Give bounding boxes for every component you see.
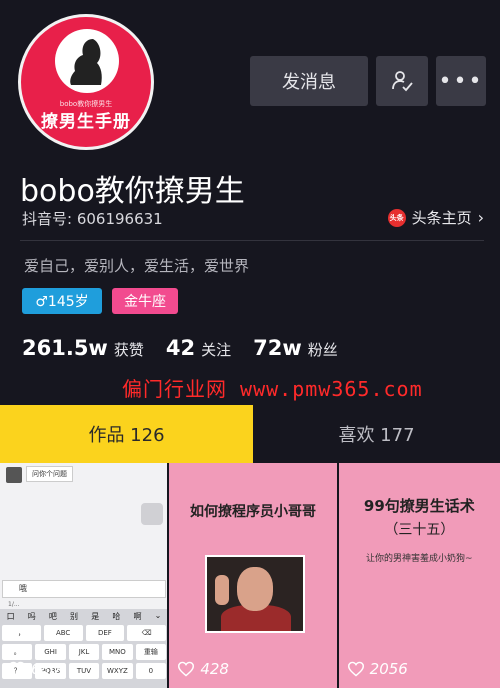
photo-face xyxy=(237,567,274,611)
profile-header: bobo教你撩男生 撩男生手册 发消息 ••• bobo教你撩男生 抖音号: 6… xyxy=(0,0,500,405)
divider xyxy=(20,240,484,241)
likes-count-label: 680 xyxy=(31,660,60,678)
silhouette-icon xyxy=(67,39,102,85)
following-count: 42 xyxy=(165,336,196,360)
follow-user-button[interactable] xyxy=(376,56,428,106)
chat-avatar xyxy=(6,467,22,483)
key: 。 xyxy=(2,644,33,660)
key: MNO xyxy=(102,644,133,660)
candidate: 口 xyxy=(6,612,15,621)
candidate: ⌄ xyxy=(154,611,162,620)
key: 0 xyxy=(135,663,167,679)
toutiao-homepage-link[interactable]: 头条 头条主页 › xyxy=(387,207,484,228)
avatar[interactable]: bobo教你撩男生 撩男生手册 xyxy=(18,14,154,150)
candidate: 别 xyxy=(70,612,79,621)
avatar-brand-text: 撩男生手册 xyxy=(41,112,131,132)
bio: 爱自己，爱别人，爱生活，爱世界 xyxy=(24,257,250,275)
video-thumbnail[interactable]: 问你个问题 哦 1/... 口 吗 吧 别 是 哈 啊 ⌄ ， ABC DEF … xyxy=(0,463,168,688)
input-hint: 1/... xyxy=(8,601,20,608)
toutiao-logo-icon: 头条 xyxy=(387,208,406,227)
video-note: 让你的男神害羞成小奶狗~ xyxy=(366,554,473,564)
likes-count-label: 2056 xyxy=(369,660,408,678)
key: WXYZ xyxy=(102,663,133,679)
key: 重输 xyxy=(135,644,167,660)
content-tabs: 作品 126 喜欢 177 xyxy=(0,405,500,463)
stats-bar: 261.5w 获赞 42 关注 72w 粉丝 xyxy=(22,336,360,360)
zodiac-tag: 金牛座 xyxy=(112,288,178,314)
key: ABC xyxy=(43,625,83,641)
video-likes: 680 xyxy=(8,660,60,678)
candidate: 啊 xyxy=(133,612,142,621)
key: ⌫ xyxy=(127,625,166,641)
video-title: 99句撩男生话术 xyxy=(363,497,475,515)
key: TUV xyxy=(68,663,100,679)
toutiao-label: 头条主页 xyxy=(411,209,472,227)
likes-label: 获赞 xyxy=(113,341,144,359)
following-label: 关注 xyxy=(201,341,232,359)
watermark: 偏门行业网 www.pmw365.com xyxy=(122,377,423,401)
tab-works[interactable]: 作品 126 xyxy=(0,405,253,463)
candidate: 吧 xyxy=(48,612,57,621)
key: DEF xyxy=(85,625,125,641)
likes-count-label: 428 xyxy=(200,660,229,678)
user-check-icon xyxy=(392,71,413,92)
following-stat[interactable]: 42 关注 xyxy=(166,336,231,360)
candidate: 是 xyxy=(91,612,100,621)
send-message-button[interactable]: 发消息 xyxy=(250,56,368,106)
douyin-id: 抖音号: 606196631 xyxy=(22,210,163,228)
age-tag: ♂145岁 xyxy=(22,288,102,314)
candidate: 哈 xyxy=(112,612,121,621)
video-likes: 2056 xyxy=(347,660,408,678)
floating-button xyxy=(141,503,164,525)
video-subtitle: （三十五） xyxy=(384,522,455,538)
chat-bubble: 问你个问题 xyxy=(26,466,73,482)
likes-stat[interactable]: 261.5w 获赞 xyxy=(22,336,144,360)
fans-stat[interactable]: 72w 粉丝 xyxy=(253,336,338,360)
chat-input: 哦 xyxy=(2,580,166,598)
video-thumbnail[interactable]: 99句撩男生话术 （三十五） 让你的男神害羞成小奶狗~ 2056 xyxy=(338,463,500,688)
fans-count: 72w xyxy=(253,336,302,360)
video-photo xyxy=(205,555,306,633)
profile-name: bobo教你撩男生 xyxy=(20,174,245,209)
video-thumbnail[interactable]: 如何撩程序员小哥哥 428 xyxy=(169,463,337,688)
candidate: 吗 xyxy=(27,612,36,621)
fans-label: 粉丝 xyxy=(307,341,338,359)
heart-icon xyxy=(8,661,26,677)
heart-icon xyxy=(347,661,364,677)
video-grid: 问你个问题 哦 1/... 口 吗 吧 别 是 哈 啊 ⌄ ， ABC DEF … xyxy=(0,463,500,688)
likes-count: 261.5w xyxy=(22,336,108,360)
chevron-right-icon: › xyxy=(477,208,484,227)
key-row: ， ABC DEF ⌫ xyxy=(2,625,166,641)
key-row: 。 GHI JKL MNO 重输 xyxy=(2,644,167,660)
key: JKL xyxy=(68,644,100,660)
key: GHI xyxy=(35,644,66,660)
more-button[interactable]: ••• xyxy=(436,56,486,106)
video-title: 如何撩程序员小哥哥 xyxy=(189,504,316,520)
photo-hand xyxy=(215,575,230,605)
tab-likes[interactable]: 喜欢 177 xyxy=(253,405,500,463)
heart-icon xyxy=(178,661,195,677)
video-likes: 428 xyxy=(177,660,229,678)
key: ， xyxy=(2,625,41,641)
candidate-bar: 口 吗 吧 别 是 哈 啊 ⌄ xyxy=(0,611,167,622)
